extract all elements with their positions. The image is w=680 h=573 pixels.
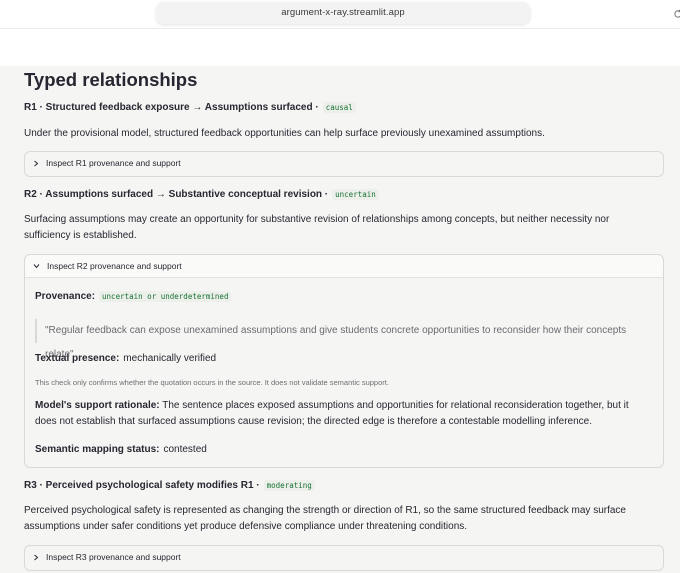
url-text: argument-x-ray.streamlit.app [281,7,405,18]
r3-description: Perceived psychological safety is repres… [24,505,626,532]
check-note: This check only confirms whether the quo… [35,378,389,387]
browser-toolbar: argument-x-ray.streamlit.app [0,0,680,28]
app-header [0,28,680,67]
mapping-status-label: Semantic mapping status: [35,444,160,455]
r1-expander[interactable]: Inspect R1 provenance and support [24,151,664,177]
r3-title-text: R3 · Perceived psychological safety modi… [24,480,260,491]
r3-expander[interactable]: Inspect R3 provenance and support [24,545,664,571]
r1-expander-header[interactable]: Inspect R1 provenance and support [25,152,663,174]
r3-expander-header[interactable]: Inspect R3 provenance and support [25,546,663,568]
r2-type-badge: uncertain [332,189,379,200]
r2-description: Surfacing assumptions may create an oppo… [24,214,610,241]
mapping-status-row: Semantic mapping status: contested [35,444,207,455]
rationale-label: Model's support rationale: [35,400,160,411]
relationship-r1-title: R1 · Structured feedback exposure → Assu… [24,102,356,113]
r3-expander-label: Inspect R3 provenance and support [46,552,181,562]
textual-presence-value: mechanically verified [123,353,217,364]
r1-title-text: R1 · Structured feedback exposure → Assu… [24,102,319,113]
mapping-status-value: contested [163,444,207,455]
support-rationale: Model's support rationale: The sentence … [35,398,645,429]
chevron-right-icon [34,160,39,166]
r2-title-text: R2 · Assumptions surfaced → Substantive … [24,189,329,200]
provenance-label: Provenance: [35,291,96,302]
reload-icon[interactable] [673,9,680,19]
provenance-value: uncertain or underdetermined [99,291,232,302]
chevron-down-icon [33,264,40,269]
textual-presence-row: Textual presence: mechanically verified [35,353,216,364]
r2-expander[interactable]: Inspect R2 provenance and support Proven… [24,254,664,468]
address-bar[interactable]: argument-x-ray.streamlit.app [156,2,680,24]
relationship-r2-title: R2 · Assumptions surfaced → Substantive … [24,189,379,200]
chevron-right-icon [34,554,39,560]
r2-expander-header[interactable]: Inspect R2 provenance and support [25,255,663,278]
source-quote: "Regular feedback can expose unexamined … [35,319,645,360]
relationship-r3-title: R3 · Perceived psychological safety modi… [24,480,315,491]
r1-description: Under the provisional model, structured … [24,128,545,139]
page-title: Typed relationships [24,69,198,90]
r3-type-badge: moderating [263,480,315,491]
r1-expander-label: Inspect R1 provenance and support [46,158,181,168]
textual-presence-label: Textual presence: [35,353,120,364]
r2-expander-label: Inspect R2 provenance and support [47,261,182,271]
provenance-row: Provenance: uncertain or underdetermined [35,291,232,302]
r1-type-badge: causal [322,102,356,113]
